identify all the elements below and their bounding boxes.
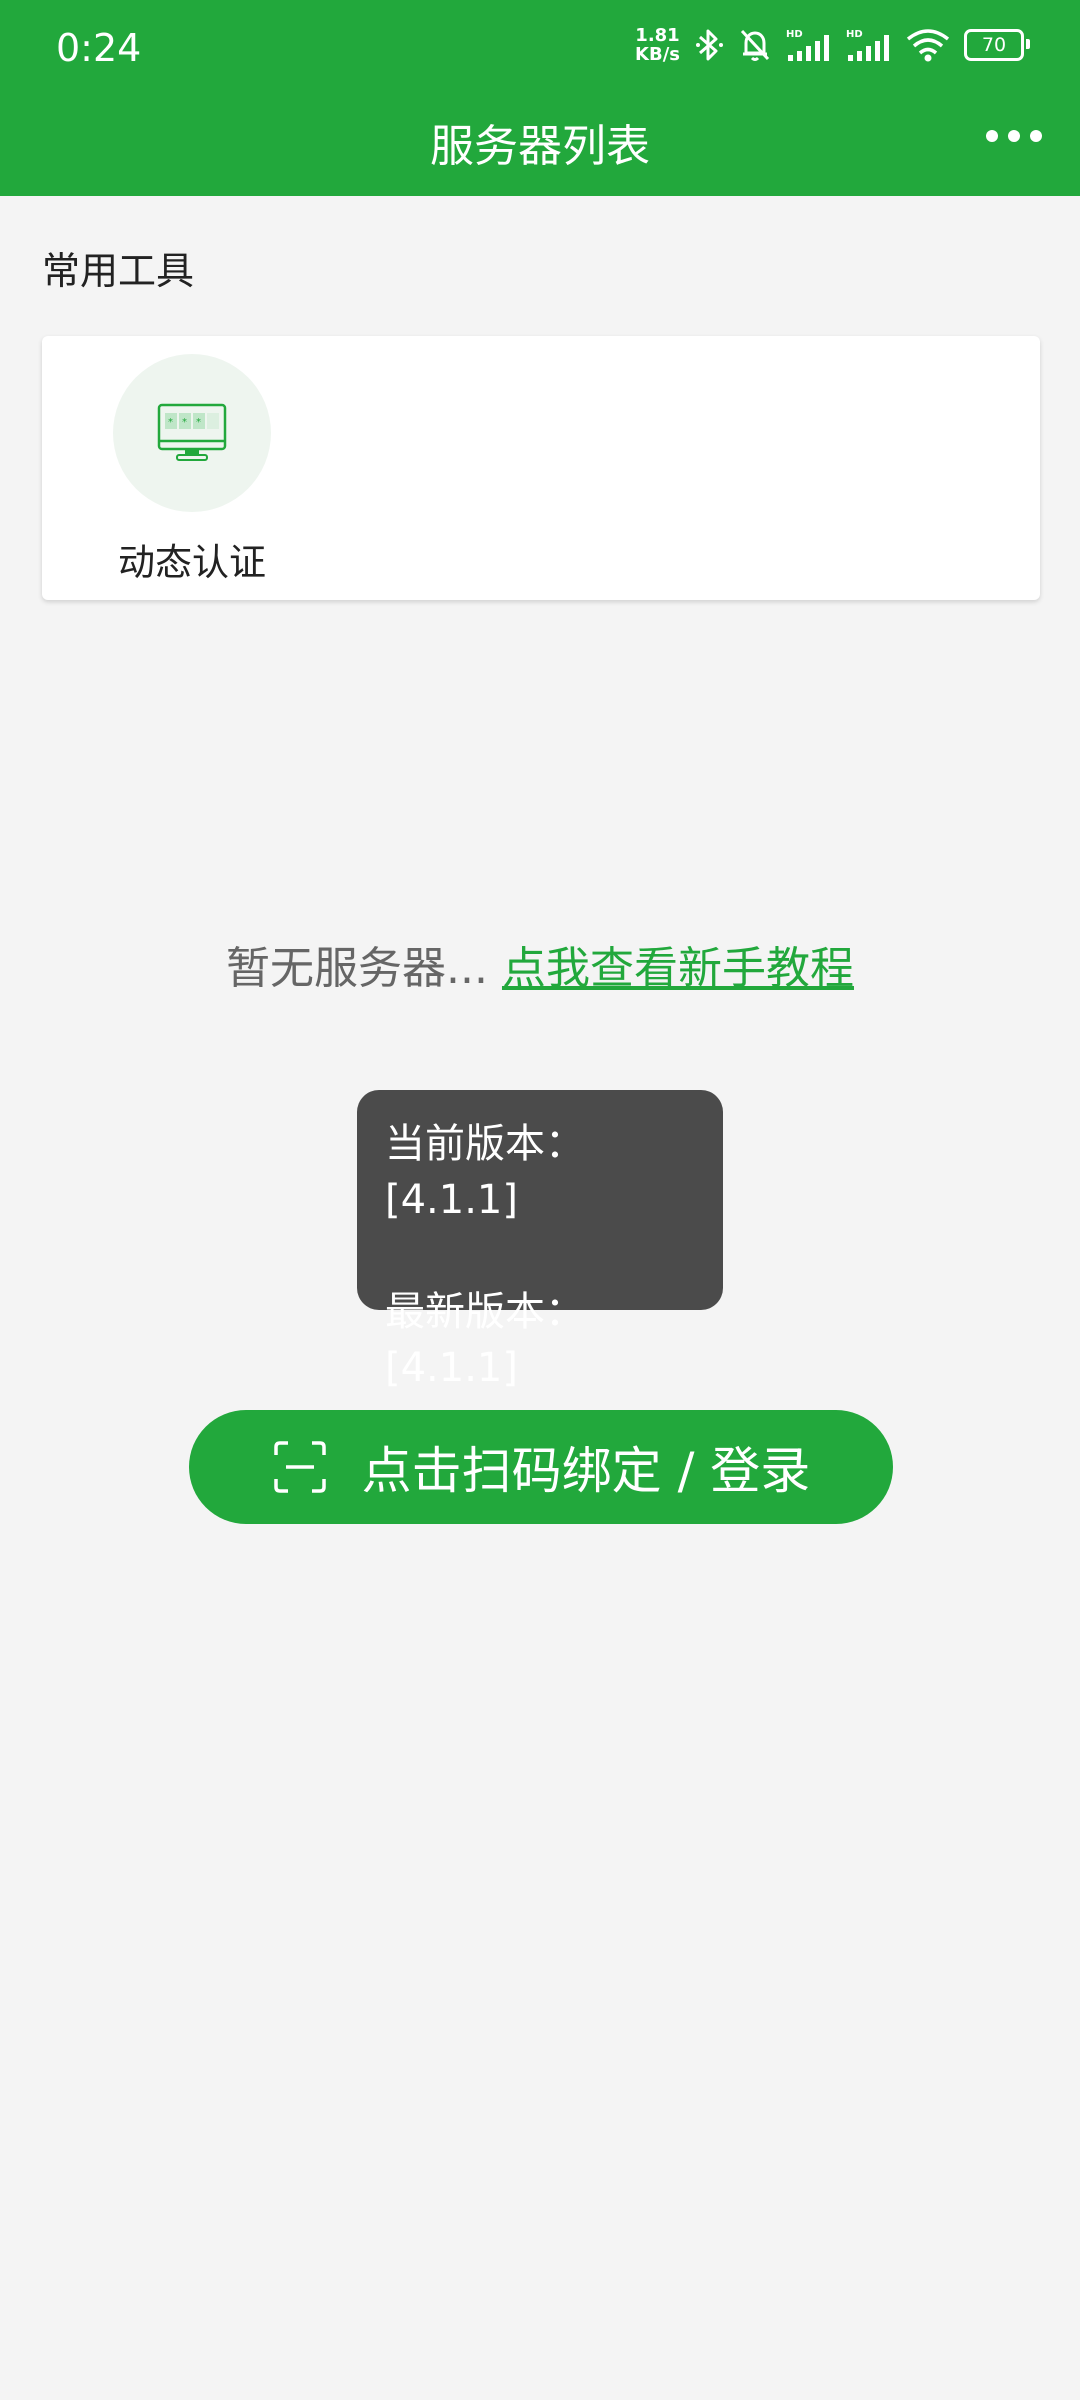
tool-icon-bg: * * * <box>113 354 271 512</box>
bell-off-icon <box>740 29 770 61</box>
network-speed-unit: KB/s <box>635 44 680 65</box>
svg-text:HD: HD <box>846 29 863 40</box>
latest-version: 最新版本：[4.1.1] <box>385 1289 585 1391</box>
network-speed: 1.81 KB/s <box>635 26 680 64</box>
scan-bind-login-button[interactable]: 点击扫码绑定 / 登录 <box>189 1410 893 1524</box>
app-bar: 服务器列表 <box>0 100 1080 196</box>
battery-icon: 70 <box>964 29 1030 61</box>
status-time: 0:24 <box>56 26 142 70</box>
tutorial-link[interactable]: 点我查看新手教程 <box>502 943 854 994</box>
tool-label: 动态认证 <box>118 541 266 584</box>
status-bar: 0:24 1.81 KB/s HD HD 70 <box>0 0 1080 100</box>
more-dots-icon <box>986 130 998 142</box>
tool-item-dynamic-auth[interactable]: * * * 动态认证 <box>112 354 272 586</box>
empty-message: 暂无服务器... <box>226 943 488 994</box>
svg-text:*: * <box>182 417 187 428</box>
more-dots-icon <box>1030 130 1042 142</box>
empty-state: 暂无服务器... 点我查看新手教程 <box>0 932 1080 996</box>
network-speed-value: 1.81 <box>635 25 680 46</box>
scan-button-label: 点击扫码绑定 / 登录 <box>361 1442 811 1500</box>
more-button[interactable] <box>976 120 1052 152</box>
tools-card: * * * 动态认证 <box>42 336 1040 600</box>
svg-text:HD: HD <box>786 29 803 40</box>
more-dots-icon <box>1008 130 1020 142</box>
version-toast: 当前版本：[4.1.1] 最新版本：[4.1.1] <box>357 1090 723 1391</box>
bluetooth-icon <box>696 29 723 61</box>
signal-hd-icon: HD <box>846 29 889 61</box>
wifi-icon <box>906 29 950 62</box>
monitor-auth-icon: * * * <box>157 403 227 461</box>
svg-text:*: * <box>168 417 173 428</box>
signal-hd-icon: HD <box>786 29 829 61</box>
page-title: 服务器列表 <box>430 121 650 172</box>
scan-icon <box>273 1441 326 1493</box>
status-icons: 1.81 KB/s HD HD 70 <box>635 26 1030 64</box>
current-version: 当前版本：[4.1.1] <box>385 1121 585 1223</box>
common-tools-title: 常用工具 <box>42 249 195 293</box>
battery-level: 70 <box>981 34 1007 56</box>
svg-text:*: * <box>196 417 201 428</box>
